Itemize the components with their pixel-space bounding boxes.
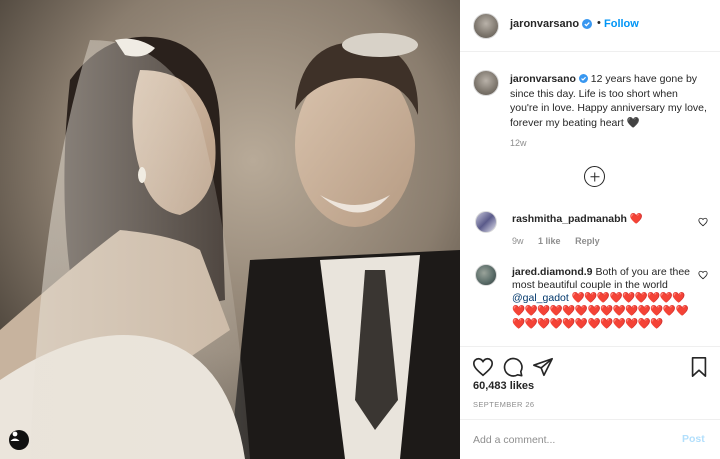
comment-like-heart-icon[interactable] <box>698 270 708 280</box>
comment-item: rashmitha_padmanabh ❤️ 9w 1 like Reply <box>460 211 720 251</box>
author-username[interactable]: jaronvarsano <box>510 18 579 30</box>
comment-icon[interactable] <box>502 356 524 378</box>
user-tag-button[interactable] <box>9 430 29 450</box>
reply-button[interactable]: Reply <box>575 236 600 246</box>
post-photo[interactable] <box>0 0 460 459</box>
share-icon[interactable] <box>532 356 554 378</box>
user-tag-icon <box>10 431 20 441</box>
commenter-avatar[interactable] <box>475 211 497 233</box>
load-more-comments-icon[interactable] <box>584 166 605 187</box>
caption-username[interactable]: jaronvarsano <box>510 73 576 85</box>
commenter-avatar[interactable] <box>475 264 497 286</box>
caption-timestamp[interactable]: 12w <box>510 138 527 148</box>
heart-outline-icon[interactable] <box>472 356 494 378</box>
header-separator: • <box>597 17 601 29</box>
caption-avatar[interactable] <box>473 70 499 96</box>
verified-badge-icon <box>578 74 588 83</box>
post-date[interactable]: SEPTEMBER 26 <box>473 400 535 409</box>
mention-link[interactable]: @gal_gadot <box>512 292 569 304</box>
comment-body: ❤️ <box>629 213 643 225</box>
follow-button[interactable]: Follow <box>604 18 639 30</box>
post-header: jaronvarsano • Follow <box>460 0 720 52</box>
verified-badge-icon <box>582 19 592 29</box>
like-count[interactable]: 60,483 likes <box>473 380 534 392</box>
add-comment-input[interactable] <box>473 432 663 448</box>
comment-timestamp[interactable]: 9w <box>512 236 524 246</box>
avatar[interactable] <box>473 13 499 39</box>
comment-like-heart-icon[interactable] <box>698 217 708 227</box>
comment-like-count[interactable]: 1 like <box>538 236 561 246</box>
add-comment-bar: Post <box>460 419 720 459</box>
wedding-photo-illustration <box>0 0 460 459</box>
comment-item: jared.diamond.9 Both of you are thee mos… <box>460 264 720 344</box>
caption-text: jaronvarsano 12 years have gone by since… <box>510 72 708 130</box>
post-side-panel: jaronvarsano • Follow jaronvarsano 12 ye… <box>460 0 720 459</box>
post-comment-button[interactable]: Post <box>682 433 705 445</box>
comment-text: rashmitha_padmanabh ❤️ <box>512 213 692 226</box>
commenter-username[interactable]: jared.diamond.9 <box>512 266 593 278</box>
comment-meta: 9w 1 like Reply <box>512 236 612 246</box>
comment-text: jared.diamond.9 Both of you are thee mos… <box>512 266 692 331</box>
bookmark-icon[interactable] <box>688 356 710 378</box>
commenter-username[interactable]: rashmitha_padmanabh <box>512 213 627 225</box>
